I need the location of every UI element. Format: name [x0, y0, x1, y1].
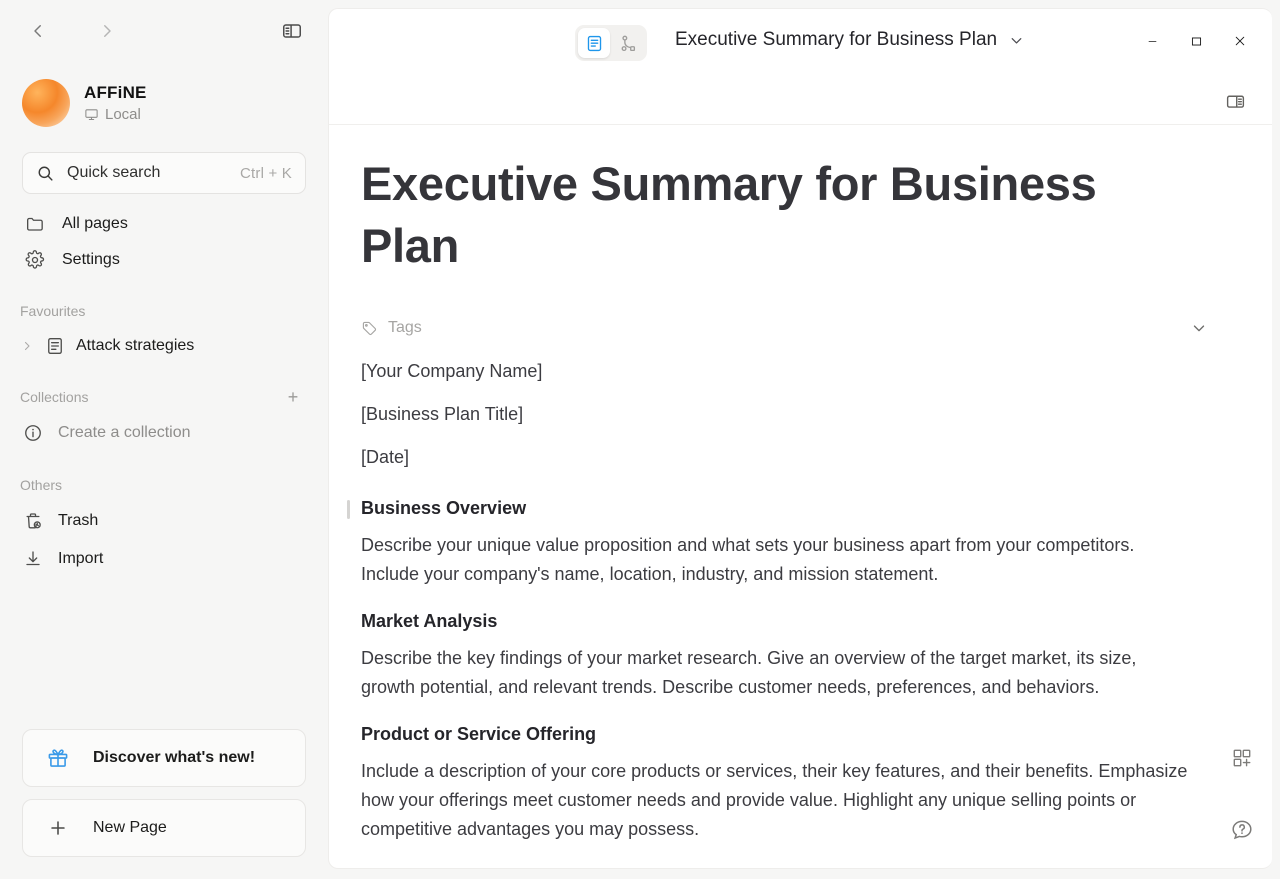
sidebar-item-trash[interactable]: Trash: [16, 502, 312, 540]
help-icon[interactable]: [1226, 814, 1258, 846]
chevron-right-icon[interactable]: [20, 340, 34, 352]
sidebar: AFFiNE Local Quick search Ctrl + K All p…: [0, 0, 328, 879]
sidebar-item-label: Import: [58, 550, 104, 567]
import-icon: [22, 549, 44, 569]
gear-icon: [24, 250, 46, 270]
quick-search-shortcut: Ctrl + K: [239, 164, 292, 182]
sidebar-item-label: Settings: [62, 251, 120, 268]
window-controls: [1130, 23, 1262, 59]
collapse-properties-chevron-down-icon[interactable]: [1186, 315, 1212, 341]
page-mode-icon[interactable]: [578, 28, 610, 58]
discover-label: Discover what's new!: [93, 749, 256, 766]
sidebar-item-import[interactable]: Import: [16, 540, 312, 578]
workspace-sync-label: Local: [105, 106, 141, 123]
document-body: Executive Summary for Business Plan Tags…: [329, 125, 1272, 844]
others-section-label: Others: [20, 477, 63, 493]
back-arrow-icon[interactable]: [22, 15, 54, 47]
workspace-name: AFFiNE: [84, 83, 147, 102]
heading-text: Product or Service Offering: [361, 724, 597, 744]
paragraph-block[interactable]: Include a description of your core produ…: [361, 757, 1191, 844]
doc-title-label: Executive Summary for Business Plan: [675, 29, 998, 50]
primary-nav: All pages Settings: [0, 206, 328, 278]
quick-search-label: Quick search: [67, 164, 161, 181]
page-title[interactable]: Executive Summary for Business Plan: [361, 153, 1181, 277]
quick-search-button[interactable]: Quick search Ctrl + K: [22, 152, 306, 194]
heading-text: Market Analysis: [361, 611, 498, 631]
edgeless-mode-icon[interactable]: [612, 28, 644, 58]
sidebar-item-label: All pages: [62, 215, 128, 232]
minimize-button[interactable]: [1130, 23, 1174, 59]
plus-icon: [23, 817, 93, 839]
toggle-sidebar-icon[interactable]: [276, 15, 308, 47]
search-icon: [38, 166, 53, 181]
workspace-selector[interactable]: AFFiNE Local: [0, 62, 328, 134]
workspace-avatar: [22, 79, 70, 127]
block-handle[interactable]: [347, 500, 350, 519]
sidebar-topbar: [0, 0, 328, 62]
doc-icon: [44, 336, 66, 356]
main-panel: Executive Summary for Business Plan Exec…: [328, 8, 1272, 869]
maximize-button[interactable]: [1174, 23, 1218, 59]
sidebar-footer: Discover what's new! New Page: [0, 729, 328, 879]
doc-title-dropdown[interactable]: Executive Summary for Business Plan: [669, 25, 1031, 55]
toggle-right-sidebar-icon[interactable]: [1220, 87, 1250, 115]
info-icon: [22, 423, 44, 443]
app-window: AFFiNE Local Quick search Ctrl + K All p…: [0, 0, 1280, 879]
sidebar-item-create-collection[interactable]: Create a collection: [16, 414, 312, 452]
others-section-header: Others: [0, 468, 328, 502]
favourites-section-header: Favourites: [0, 294, 328, 328]
main-header: Executive Summary for Business Plan: [329, 9, 1272, 125]
paragraph-block[interactable]: Describe the key findings of your market…: [361, 644, 1191, 702]
forward-arrow-icon[interactable]: [91, 15, 123, 47]
sidebar-item-label: Attack strategies: [76, 337, 195, 354]
paragraph-block[interactable]: [Date]: [361, 443, 1191, 472]
heading-block[interactable]: Product or Service Offering: [361, 724, 1212, 745]
new-page-button[interactable]: New Page: [22, 799, 306, 857]
close-button[interactable]: [1218, 23, 1262, 59]
tags-label: Tags: [388, 319, 422, 336]
favourites-section-label: Favourites: [20, 303, 86, 319]
workspace-meta: AFFiNE Local: [84, 83, 147, 123]
heading-block[interactable]: Market Analysis: [361, 611, 1212, 632]
sidebar-item-label: Create a collection: [58, 424, 191, 441]
discover-whats-new-button[interactable]: Discover what's new!: [22, 729, 306, 787]
collections-section-label: Collections: [20, 389, 89, 405]
heading-block[interactable]: Business Overview: [347, 498, 1212, 519]
monitor-icon: [85, 109, 98, 121]
sidebar-item-label: Trash: [58, 512, 99, 529]
paragraph-block[interactable]: [Business Plan Title]: [361, 400, 1191, 429]
collections-section-header: Collections +: [0, 380, 328, 414]
workspace-sync-status: Local: [84, 106, 147, 123]
folder-icon: [24, 214, 46, 234]
trash-icon: [22, 511, 44, 531]
tags-row: Tags: [361, 313, 1212, 343]
tags-field[interactable]: Tags: [361, 319, 422, 337]
new-page-label: New Page: [93, 819, 167, 836]
sidebar-item-settings[interactable]: Settings: [16, 242, 312, 278]
add-collection-icon[interactable]: +: [282, 386, 304, 408]
gift-icon: [23, 746, 93, 770]
add-block-icon[interactable]: [1226, 742, 1258, 774]
editor-mode-switch: [575, 25, 647, 61]
heading-text: Business Overview: [361, 498, 527, 518]
sidebar-item-attack-strategies[interactable]: Attack strategies: [16, 328, 312, 364]
sidebar-item-all-pages[interactable]: All pages: [16, 206, 312, 242]
paragraph-block[interactable]: [Your Company Name]: [361, 357, 1191, 386]
chevron-down-icon: [1008, 32, 1025, 49]
floating-action-buttons: [1226, 742, 1258, 846]
title-row: Executive Summary for Business Plan: [329, 9, 1272, 75]
paragraph-block[interactable]: Describe your unique value proposition a…: [361, 531, 1191, 589]
tag-icon: [361, 320, 378, 337]
